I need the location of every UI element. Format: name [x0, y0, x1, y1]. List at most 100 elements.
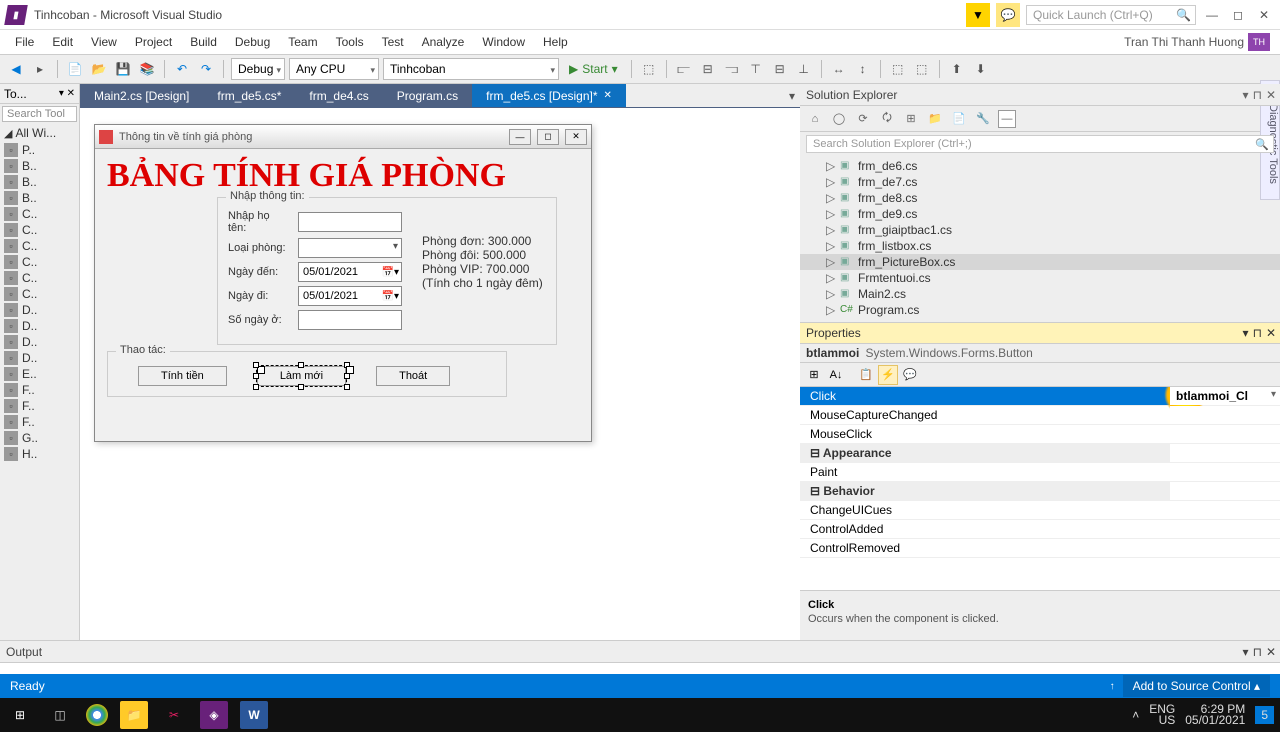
- back-icon[interactable]: ◯: [830, 110, 848, 128]
- align-icon[interactable]: ⫎: [722, 59, 742, 79]
- output-panel-header[interactable]: Output ▾⊓✕: [0, 640, 1280, 662]
- config-dropdown[interactable]: Debug: [231, 58, 285, 80]
- messages-icon[interactable]: 💬: [900, 365, 920, 385]
- pin-icon[interactable]: ⊓: [1253, 88, 1262, 102]
- wrench-icon[interactable]: —: [998, 110, 1016, 128]
- feedback-icon[interactable]: 💬: [996, 3, 1020, 27]
- toolbox-search[interactable]: Search Tool: [2, 106, 77, 122]
- tab-frmde4[interactable]: frm_de4.cs: [295, 84, 382, 107]
- form-max-button[interactable]: ◻: [537, 129, 559, 145]
- start-button[interactable]: ⊞: [6, 701, 34, 729]
- spacing-icon[interactable]: ↔: [829, 59, 849, 79]
- toolbox-item[interactable]: ▫C..: [0, 254, 79, 270]
- property-row[interactable]: ChangeUICues: [800, 501, 1280, 520]
- form-close-button[interactable]: ✕: [565, 129, 587, 145]
- taskview-icon[interactable]: ◫: [46, 701, 74, 729]
- refresh-icon[interactable]: 🗘: [878, 110, 896, 128]
- winforms-designer[interactable]: Thông tin về tính giá phòng — ◻ ✕ BẢNG T…: [94, 124, 592, 442]
- datein-picker[interactable]: 05/01/2021: [298, 262, 402, 282]
- toolbox-item[interactable]: ▫C..: [0, 286, 79, 302]
- tree-item[interactable]: ▷▣frm_de9.cs: [800, 206, 1280, 222]
- property-row[interactable]: Paint: [800, 463, 1280, 482]
- redo-button[interactable]: ↷: [196, 59, 216, 79]
- calc-button[interactable]: Tính tiền: [138, 366, 227, 386]
- property-row[interactable]: MouseCaptureChanged: [800, 406, 1280, 425]
- panel-menu-icon[interactable]: ▾: [1243, 326, 1249, 340]
- order-icon[interactable]: ⬇: [971, 59, 991, 79]
- spacing-icon[interactable]: ↕: [853, 59, 873, 79]
- word-icon[interactable]: W: [240, 701, 268, 729]
- align-icon[interactable]: ⊟: [698, 59, 718, 79]
- form-min-button[interactable]: —: [509, 129, 531, 145]
- tree-item[interactable]: ▷▣frm_giaiptbac1.cs: [800, 222, 1280, 238]
- property-row[interactable]: ControlAdded: [800, 520, 1280, 539]
- menu-file[interactable]: File: [6, 32, 43, 52]
- startup-dropdown[interactable]: Tinhcoban: [383, 58, 559, 80]
- menu-window[interactable]: Window: [473, 32, 534, 52]
- days-input[interactable]: [298, 310, 402, 330]
- toolbox-item[interactable]: ▫F..: [0, 382, 79, 398]
- toolbox-item[interactable]: ▫H..: [0, 446, 79, 462]
- new-button[interactable]: 📄: [65, 59, 85, 79]
- property-category[interactable]: ⊟ Behavior: [800, 482, 1280, 501]
- pin-icon[interactable]: ⊓: [1253, 645, 1262, 659]
- toolbox-item[interactable]: ▫D..: [0, 350, 79, 366]
- home-icon[interactable]: ⌂: [806, 110, 824, 128]
- toolbox-item[interactable]: ▫D..: [0, 334, 79, 350]
- minimize-button[interactable]: —: [1202, 5, 1222, 25]
- tab-dropdown[interactable]: ▾: [784, 84, 800, 107]
- user-name[interactable]: Tran Thi Thanh Huong: [1124, 35, 1244, 49]
- selected-control[interactable]: Làm mới: [257, 366, 346, 386]
- menu-analyze[interactable]: Analyze: [413, 32, 474, 52]
- menu-help[interactable]: Help: [534, 32, 577, 52]
- toolbox-item[interactable]: ▫C..: [0, 222, 79, 238]
- dateout-picker[interactable]: 05/01/2021: [298, 286, 402, 306]
- user-badge[interactable]: TH: [1248, 33, 1270, 51]
- toolbox-group[interactable]: ◢ All Wi...: [0, 124, 79, 142]
- undo-button[interactable]: ↶: [172, 59, 192, 79]
- tree-item[interactable]: ▷▣frm_listbox.cs: [800, 238, 1280, 254]
- collapse-icon[interactable]: ⊞: [902, 110, 920, 128]
- close-icon[interactable]: ✕: [1266, 326, 1276, 340]
- toolbox-item[interactable]: ▫E..: [0, 366, 79, 382]
- close-icon[interactable]: ✕: [604, 90, 612, 101]
- exit-button[interactable]: Thoát: [376, 366, 450, 386]
- align-icon[interactable]: ⊥: [794, 59, 814, 79]
- filter-icon[interactable]: ▼: [966, 3, 990, 27]
- toolbox-item[interactable]: ▫B..: [0, 158, 79, 174]
- align-icon[interactable]: ⫍: [674, 59, 694, 79]
- menu-project[interactable]: Project: [126, 32, 181, 52]
- property-row[interactable]: Clickbtlammoi_Cl▾: [800, 387, 1280, 406]
- menu-debug[interactable]: Debug: [226, 32, 279, 52]
- toolbox-item[interactable]: ▫B..: [0, 174, 79, 190]
- solution-tree[interactable]: ▷▣frm_de6.cs▷▣frm_de7.cs▷▣frm_de8.cs▷▣fr…: [800, 156, 1280, 322]
- toolbox-item[interactable]: ▫C..: [0, 206, 79, 222]
- toolbox-item[interactable]: ▫G..: [0, 430, 79, 446]
- menu-tools[interactable]: Tools: [327, 32, 373, 52]
- events-icon[interactable]: ⚡: [878, 365, 898, 385]
- visualstudio-icon[interactable]: ◈: [200, 701, 228, 729]
- forward-button[interactable]: ▸: [30, 59, 50, 79]
- menu-build[interactable]: Build: [181, 32, 226, 52]
- close-button[interactable]: ✕: [1254, 5, 1274, 25]
- chrome-icon[interactable]: [86, 704, 108, 726]
- close-icon[interactable]: ✕: [1266, 645, 1276, 659]
- snip-icon[interactable]: ✂: [160, 701, 188, 729]
- tree-item[interactable]: ▷▣frm_de8.cs: [800, 190, 1280, 206]
- close-icon[interactable]: ✕: [1266, 88, 1276, 102]
- tab-main2[interactable]: Main2.cs [Design]: [80, 84, 203, 107]
- properties-grid[interactable]: Clickbtlammoi_Cl▾MouseCaptureChangedMous…: [800, 387, 1280, 590]
- toolbox-item[interactable]: ▫C..: [0, 238, 79, 254]
- explorer-icon[interactable]: 📁: [120, 701, 148, 729]
- tree-item[interactable]: ▷▣frm_de6.cs: [800, 158, 1280, 174]
- tree-item[interactable]: ▷▣frm_PictureBox.cs: [800, 254, 1280, 270]
- menu-team[interactable]: Team: [279, 32, 326, 52]
- property-row[interactable]: ControlRemoved: [800, 539, 1280, 558]
- notification-icon[interactable]: 5: [1255, 706, 1274, 724]
- toolbox-item[interactable]: ▫F..: [0, 414, 79, 430]
- toolbox-item[interactable]: ▫F..: [0, 398, 79, 414]
- menu-view[interactable]: View: [82, 32, 126, 52]
- back-button[interactable]: ◀: [6, 59, 26, 79]
- solution-search[interactable]: Search Solution Explorer (Ctrl+;): [806, 135, 1274, 153]
- tab-frmde5design[interactable]: frm_de5.cs [Design]*✕: [472, 84, 626, 107]
